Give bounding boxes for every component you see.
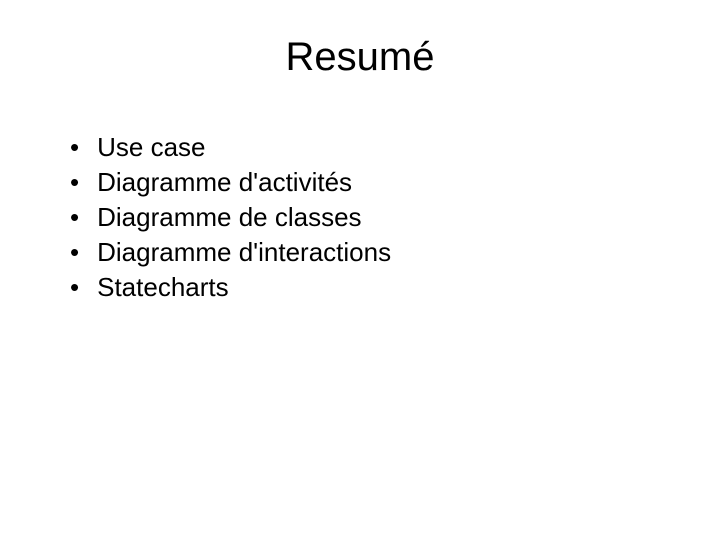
- bullet-icon: •: [70, 200, 79, 235]
- bullet-text: Diagramme d'interactions: [97, 235, 670, 270]
- bullet-icon: •: [70, 165, 79, 200]
- list-item: • Diagramme d'interactions: [70, 235, 670, 270]
- list-item: • Diagramme de classes: [70, 200, 670, 235]
- bullet-icon: •: [70, 130, 79, 165]
- bullet-text: Statecharts: [97, 270, 670, 305]
- slide-title: Resumé: [50, 35, 670, 80]
- list-item: • Statecharts: [70, 270, 670, 305]
- list-item: • Use case: [70, 130, 670, 165]
- bullet-list: • Use case • Diagramme d'activités • Dia…: [50, 130, 670, 305]
- bullet-icon: •: [70, 270, 79, 305]
- bullet-icon: •: [70, 235, 79, 270]
- bullet-text: Diagramme d'activités: [97, 165, 670, 200]
- list-item: • Diagramme d'activités: [70, 165, 670, 200]
- bullet-text: Diagramme de classes: [97, 200, 670, 235]
- bullet-text: Use case: [97, 130, 670, 165]
- slide-container: Resumé • Use case • Diagramme d'activité…: [0, 0, 720, 540]
